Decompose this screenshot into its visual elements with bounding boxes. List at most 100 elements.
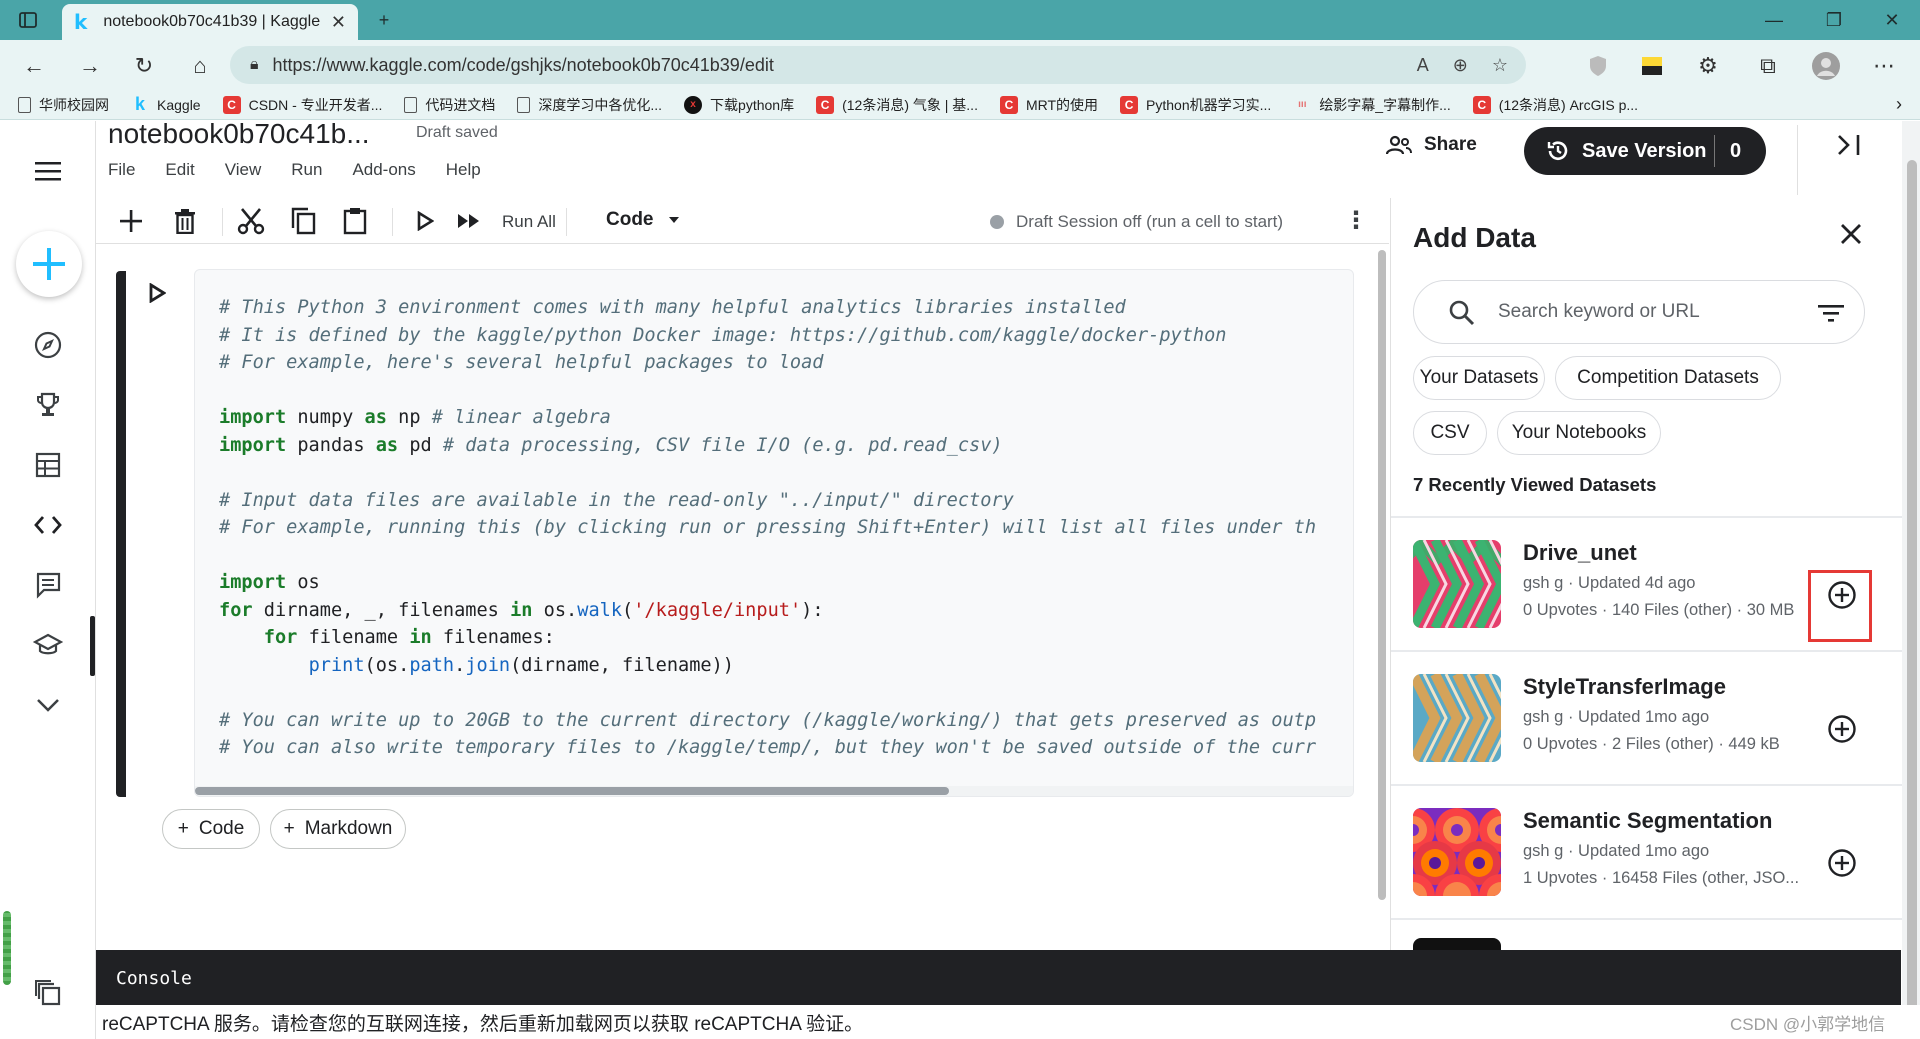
code-cell-editor[interactable]: # This Python 3 environment comes with m… [194, 269, 1354, 797]
collapse-panel-icon[interactable] [1836, 133, 1862, 157]
bookmark-item[interactable]: C MRT的使用 [999, 95, 1098, 115]
back-icon[interactable]: ← [16, 48, 52, 84]
bookmark-item[interactable]: ııı 绘影字幕_字幕制作... [1293, 95, 1451, 115]
bookmark-doc-icon [404, 96, 418, 113]
window-close-icon[interactable]: ✕ [1864, 0, 1920, 40]
tab-close-icon[interactable]: ✕ [331, 12, 346, 33]
new-tab-icon[interactable]: + [356, 0, 412, 40]
horizontal-scrollbar[interactable] [195, 786, 1353, 796]
more-options-icon[interactable]: ⋮ [1344, 206, 1368, 235]
home-icon[interactable]: ⌂ [182, 48, 218, 84]
zoom-icon[interactable]: ⊕ [1453, 55, 1468, 76]
tab-actions-icon[interactable] [0, 0, 56, 40]
refresh-icon[interactable]: ↻ [126, 48, 162, 84]
minimize-icon[interactable]: — [1746, 0, 1802, 40]
chip-competition-datasets[interactable]: Competition Datasets [1555, 356, 1781, 400]
restore-icon[interactable]: ❐ [1806, 0, 1862, 40]
menu-item-view[interactable]: View [225, 160, 262, 180]
collections-icon[interactable]: ⧉ [1750, 48, 1786, 84]
chip-your-notebooks[interactable]: Your Notebooks [1497, 411, 1661, 455]
dataset-search-input[interactable]: Search keyword or URL [1413, 280, 1865, 344]
bookmark-item[interactable]: 深度学习中各优化... [517, 95, 662, 115]
bookmark-item[interactable]: C CSDN - 专业开发者... [222, 95, 382, 115]
share-button[interactable]: Share [1386, 134, 1477, 156]
bookmark-item[interactable]: k Kaggle [131, 94, 201, 114]
add-code-label: Code [198, 818, 245, 839]
bookmarks-overflow-icon[interactable]: › [1896, 94, 1902, 115]
browser-tab-active[interactable]: k notebook0b70c41b39 | Kaggle ✕ [62, 4, 358, 40]
dataset-item[interactable]: StyleTransferImage gsh g · Updated 1mo a… [1391, 652, 1902, 784]
create-button[interactable] [16, 231, 82, 297]
chip-your-datasets[interactable]: Your Datasets [1413, 356, 1545, 400]
discussion-icon[interactable] [28, 565, 68, 605]
forward-icon[interactable]: → [72, 48, 108, 84]
notebook-title[interactable]: notebook0b70c41b... [108, 121, 370, 151]
code-token: os. [532, 599, 578, 621]
session-status[interactable]: Draft Session off (run a cell to start) [990, 212, 1283, 232]
paste-clipboard-icon[interactable] [338, 204, 372, 238]
filter-icon[interactable] [1818, 303, 1844, 323]
bookmark-item[interactable]: x 下载python库 [684, 95, 794, 115]
code-icon[interactable] [28, 505, 68, 545]
menu-item-file[interactable]: File [108, 160, 135, 180]
trophy-icon[interactable] [28, 385, 68, 425]
menu-item-run[interactable]: Run [291, 160, 322, 180]
run-cell-button[interactable] [148, 283, 166, 303]
run-cell-icon[interactable] [408, 204, 442, 238]
cut-scissors-icon[interactable] [234, 204, 268, 238]
play-icon [149, 283, 166, 303]
cell-type-select[interactable]: Code [606, 209, 680, 231]
add-cell-icon[interactable] [114, 204, 148, 238]
kaggle-left-rail [0, 121, 96, 1039]
bookmark-item[interactable]: C (12条消息) 气象 | 基... [816, 95, 978, 115]
code-token: as [364, 407, 387, 428]
add-markdown-cell-button[interactable]: + Markdown [270, 809, 406, 849]
close-panel-icon[interactable] [1839, 222, 1863, 246]
add-dataset-icon[interactable] [1827, 848, 1857, 878]
save-version-count[interactable]: 0 [1730, 140, 1741, 163]
bookmark-item[interactable]: 代码进文档 [404, 95, 495, 115]
browser-menu-icon[interactable]: ⋯ [1866, 48, 1902, 84]
copy-pages-icon[interactable] [28, 973, 68, 1013]
tab-title: notebook0b70c41b39 | Kaggle [103, 13, 321, 30]
chevron-down-icon[interactable] [28, 685, 68, 725]
run-all-button[interactable]: Run All [502, 212, 556, 232]
code-line: # You can also write temporary files to … [219, 734, 1316, 762]
profile-avatar[interactable] [1808, 48, 1844, 84]
hamburger-menu-icon[interactable] [28, 151, 68, 191]
shield-extension-icon[interactable] [1580, 48, 1616, 84]
bookmark-c-icon: C [1120, 95, 1139, 114]
bookmark-item[interactable]: C Python机器学习实... [1120, 95, 1271, 115]
code-token: import [219, 572, 287, 593]
copy-icon[interactable] [286, 204, 320, 238]
code-content[interactable]: # This Python 3 environment comes with m… [219, 294, 1316, 762]
datasets-table-icon[interactable] [28, 445, 68, 485]
menu-item-help[interactable]: Help [446, 160, 481, 180]
bookmark-item[interactable]: 华师校园网 [18, 95, 109, 115]
menu-item-edit[interactable]: Edit [165, 160, 194, 180]
favorite-star-icon[interactable]: ☆ [1492, 55, 1508, 76]
horizontal-scroll-thumb[interactable] [195, 787, 949, 795]
add-dataset-icon[interactable] [1827, 714, 1857, 744]
bookmark-item[interactable]: C (12条消息) ArcGIS p... [1472, 95, 1638, 115]
caret-down-icon [668, 217, 679, 223]
dataset-meta: gsh g · Updated 1mo ago [1523, 842, 1710, 860]
dataset-item[interactable]: Semantic Segmentation gsh g · Updated 1m… [1391, 786, 1902, 918]
delete-trash-icon[interactable] [168, 204, 202, 238]
run-all-icon[interactable] [452, 204, 486, 238]
learn-cap-icon[interactable] [28, 625, 68, 665]
url-input[interactable]: 🔒︎ https://www.kaggle.com/code/gshjks/no… [230, 46, 1526, 84]
extensions-puzzle-icon[interactable]: ⚙ [1690, 48, 1726, 84]
bookmark-label: 代码进文档 [425, 96, 496, 113]
bookmark-dots-icon: ııı [1298, 99, 1307, 110]
chip-csv[interactable]: CSV [1413, 411, 1487, 455]
editor-vertical-scrollbar[interactable] [1378, 250, 1386, 900]
menu-item-add-ons[interactable]: Add-ons [352, 160, 415, 180]
console-bar[interactable]: Console [96, 950, 1901, 1005]
extension-flag-icon[interactable] [1634, 48, 1670, 84]
save-version-button[interactable]: Save Version 0 [1524, 127, 1766, 175]
add-code-cell-button[interactable]: + Code [162, 809, 260, 849]
page-vertical-scrollbar[interactable] [1907, 160, 1917, 1020]
compass-icon[interactable] [28, 325, 68, 365]
read-aloud-icon[interactable]: A [1417, 55, 1429, 76]
